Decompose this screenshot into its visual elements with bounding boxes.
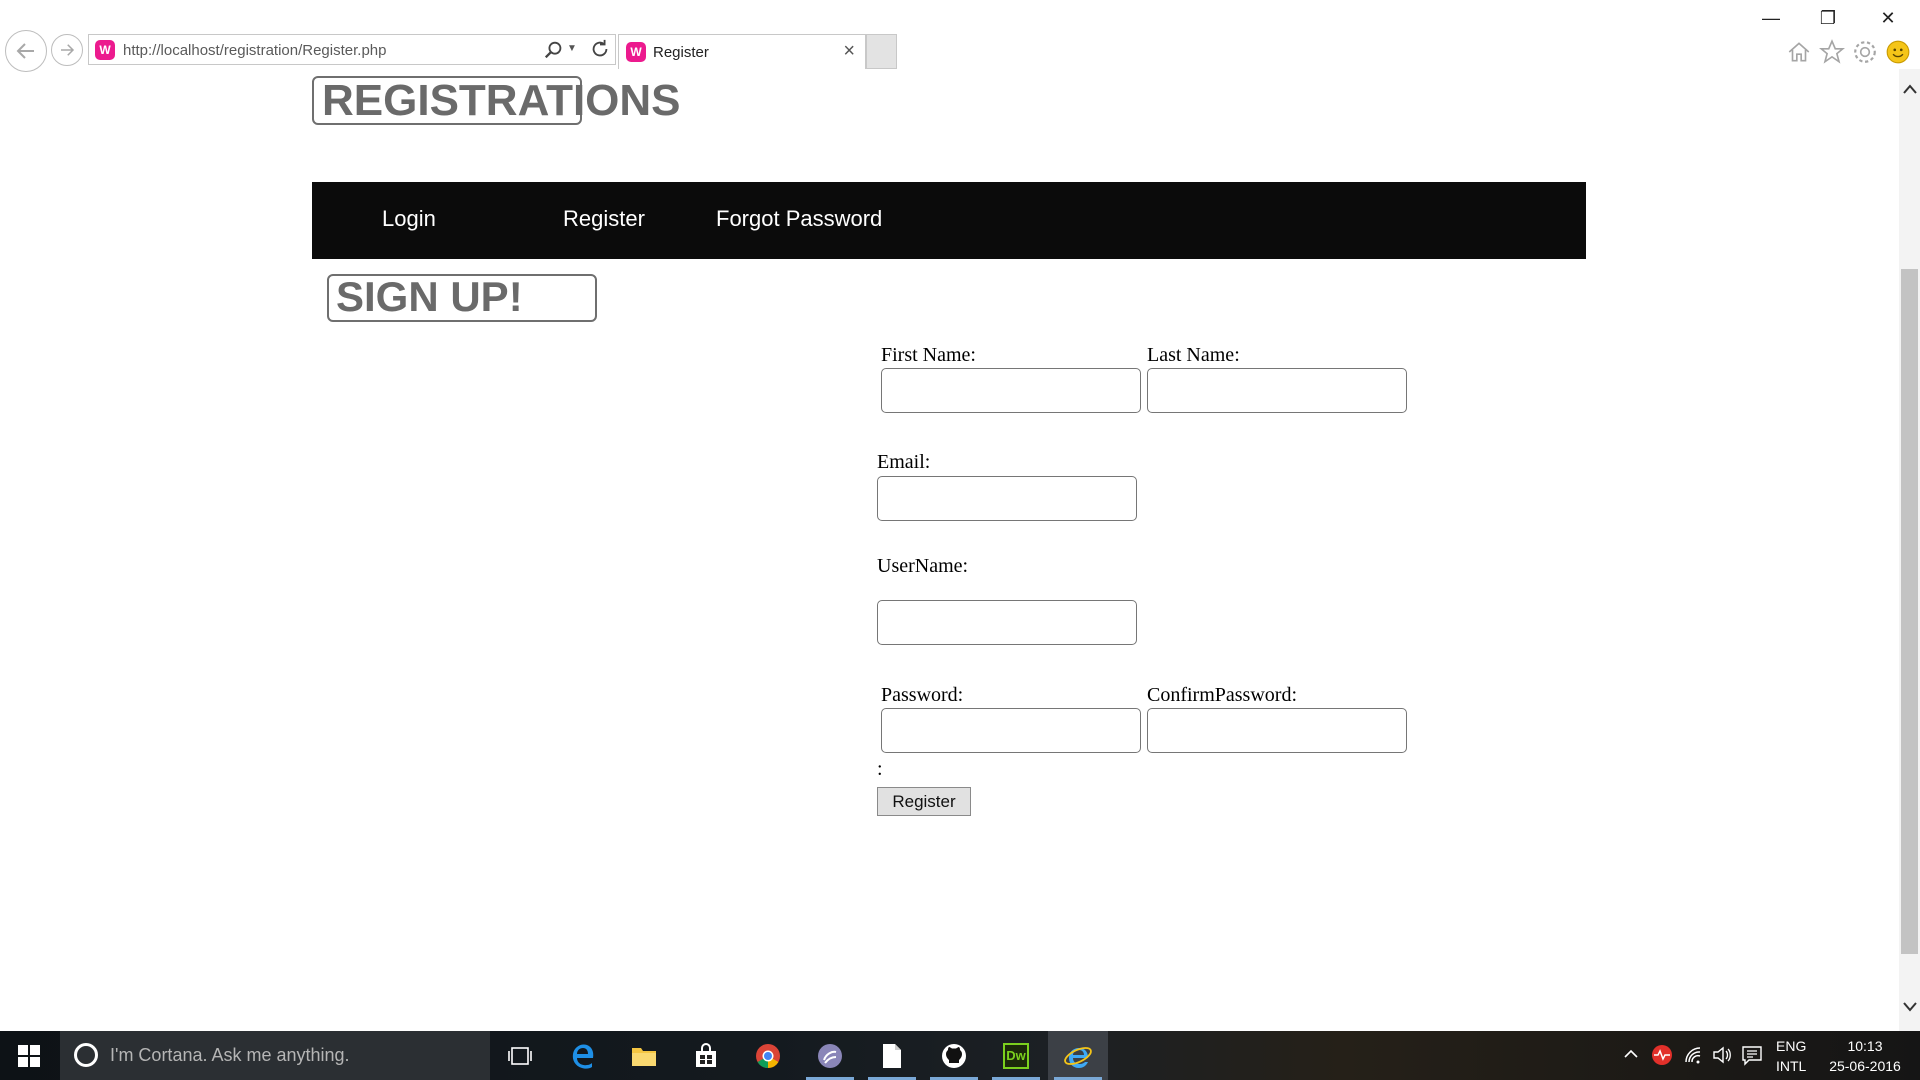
internet-explorer-icon[interactable] xyxy=(1048,1031,1108,1080)
scroll-up-icon[interactable] xyxy=(1899,81,1920,97)
scroll-down-icon[interactable] xyxy=(1899,999,1920,1015)
gear-icon[interactable] xyxy=(1851,38,1879,66)
address-bar[interactable]: W http://localhost/registration/Register… xyxy=(88,34,616,65)
smiley-feedback-icon[interactable] xyxy=(1884,38,1912,66)
input-language-indicator[interactable]: ENG INTL xyxy=(1776,1036,1806,1076)
cortana-icon xyxy=(74,1043,98,1067)
windows-taskbar: I'm Cortana. Ask me anything. Dw ENG INT… xyxy=(0,1031,1920,1080)
password-field[interactable] xyxy=(881,708,1141,753)
last-name-field[interactable] xyxy=(1147,368,1407,413)
cortana-search-box[interactable]: I'm Cortana. Ask me anything. xyxy=(60,1031,490,1080)
close-window-button[interactable]: ✕ xyxy=(1868,6,1908,30)
username-field[interactable] xyxy=(877,600,1137,645)
torrent-icon[interactable] xyxy=(800,1031,860,1080)
notifications-icon[interactable] xyxy=(1740,1043,1764,1067)
search-icon[interactable] xyxy=(543,39,565,66)
store-icon[interactable] xyxy=(676,1031,736,1080)
lang-bottom-text: INTL xyxy=(1776,1058,1807,1074)
back-button[interactable] xyxy=(5,30,47,72)
forward-button[interactable] xyxy=(51,34,83,66)
url-text[interactable]: http://localhost/registration/Register.p… xyxy=(123,42,386,59)
clock-time: 10:13 xyxy=(1847,1038,1883,1054)
dreamweaver-icon[interactable]: Dw xyxy=(986,1031,1046,1080)
favorites-star-icon[interactable] xyxy=(1818,38,1846,66)
chrome-icon[interactable] xyxy=(738,1031,798,1080)
start-button[interactable] xyxy=(0,1031,58,1080)
arrow-left-icon xyxy=(16,43,34,59)
username-label: UserName: xyxy=(877,555,969,577)
home-icon[interactable] xyxy=(1785,38,1813,66)
volume-icon[interactable] xyxy=(1710,1043,1734,1067)
tab-register[interactable]: W Register × xyxy=(618,34,866,69)
nav-login-link[interactable]: Login xyxy=(382,206,436,232)
site-favicon-icon: W xyxy=(95,40,115,60)
main-navbar: Login Register Forgot Password xyxy=(312,182,1586,259)
notepad-icon[interactable] xyxy=(862,1031,922,1080)
signup-title: SIGN UP! xyxy=(336,273,523,320)
lang-top-text: ENG xyxy=(1776,1038,1807,1054)
chevron-down-icon[interactable]: ▼ xyxy=(567,43,577,54)
dreamweaver-label: Dw xyxy=(1003,1042,1029,1069)
tab-close-icon[interactable]: × xyxy=(843,40,855,63)
last-name-label: Last Name: xyxy=(1147,344,1240,366)
password-label: Password: xyxy=(881,684,964,706)
antivirus-tray-icon[interactable] xyxy=(1650,1043,1674,1067)
arrow-right-icon xyxy=(61,44,75,56)
nav-forgot-password-link[interactable]: Forgot Password xyxy=(716,206,882,232)
first-name-label: First Name: xyxy=(881,344,976,366)
system-clock[interactable]: 10:13 25-06-2016 xyxy=(1820,1036,1910,1076)
site-title: REGISTRATIONS xyxy=(322,76,681,125)
nav-register-link[interactable]: Register xyxy=(563,206,645,232)
new-tab-button[interactable] xyxy=(866,34,897,69)
task-view-icon[interactable] xyxy=(490,1031,550,1080)
confirm-password-label: ConfirmPassword: xyxy=(1147,684,1297,706)
tray-chevron-up-icon[interactable] xyxy=(1622,1045,1640,1068)
email-label: Email: xyxy=(877,451,931,473)
cortana-placeholder: I'm Cortana. Ask me anything. xyxy=(110,1045,350,1065)
confirm-password-field[interactable] xyxy=(1147,708,1407,753)
vertical-scrollbar[interactable] xyxy=(1899,69,1920,1031)
first-name-field[interactable] xyxy=(881,368,1141,413)
wifi-icon[interactable] xyxy=(1682,1043,1706,1067)
clock-date: 25-06-2016 xyxy=(1829,1058,1901,1074)
file-explorer-icon[interactable] xyxy=(614,1031,674,1080)
github-icon[interactable] xyxy=(924,1031,984,1080)
stray-colon-text: : xyxy=(877,758,883,780)
tab-favicon-icon: W xyxy=(626,42,646,62)
minimize-button[interactable]: — xyxy=(1751,6,1791,30)
scroll-thumb[interactable] xyxy=(1901,269,1918,954)
refresh-icon[interactable] xyxy=(589,38,611,65)
tab-title: Register xyxy=(653,44,709,61)
browser-chrome: W http://localhost/registration/Register… xyxy=(0,0,1920,72)
restore-button[interactable]: ❐ xyxy=(1808,6,1848,30)
register-submit-button[interactable]: Register xyxy=(877,787,971,816)
email-field[interactable] xyxy=(877,476,1137,521)
windows-logo-icon xyxy=(18,1044,40,1067)
edge-icon[interactable] xyxy=(553,1031,613,1080)
